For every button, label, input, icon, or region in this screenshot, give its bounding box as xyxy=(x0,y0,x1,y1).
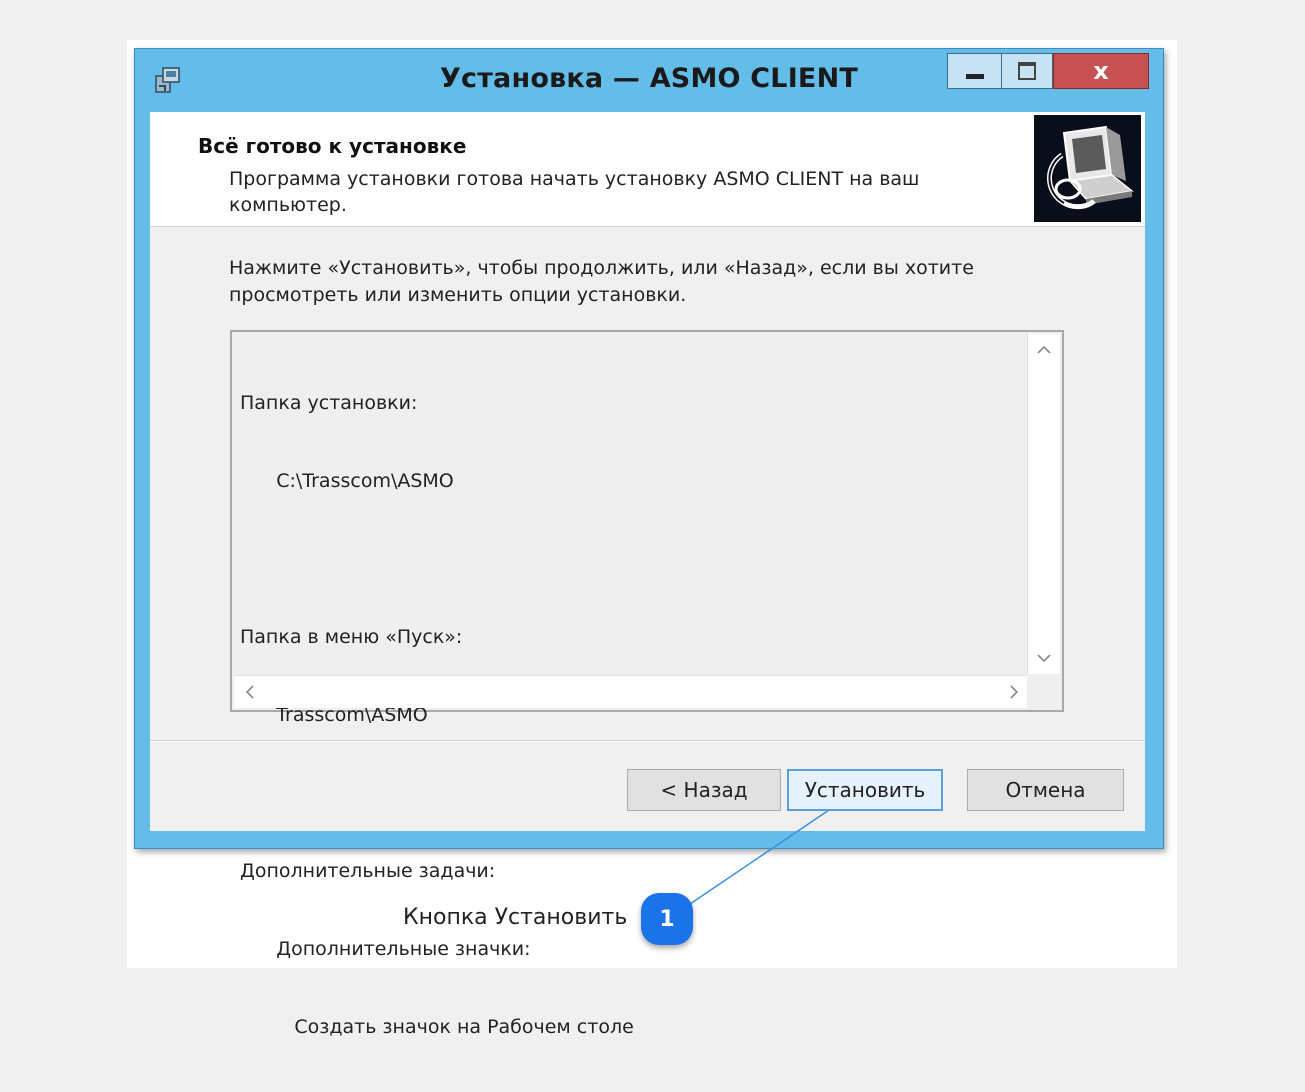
wizard-header: Всё готово к установке Программа установ… xyxy=(150,112,1145,227)
scroll-left-button[interactable] xyxy=(234,676,266,708)
chevron-up-icon xyxy=(1037,345,1051,354)
maximize-icon xyxy=(1018,62,1036,80)
installer-window: Установка — ASMO CLIENT x Всё готово к у… xyxy=(134,48,1164,1038)
close-icon: x xyxy=(1093,57,1109,85)
minimize-icon xyxy=(965,73,984,79)
memo-line: Создать значок на Рабочем столе xyxy=(240,1016,634,1038)
callout-label: Кнопка Установить xyxy=(403,905,628,930)
memo-line: Папка установки: xyxy=(240,392,418,414)
wizard-client-area: Всё готово к установке Программа установ… xyxy=(150,112,1145,1038)
maximize-button[interactable] xyxy=(1001,53,1053,89)
close-button[interactable]: x xyxy=(1053,53,1149,89)
back-button[interactable]: < Назад xyxy=(627,769,781,811)
minimize-button[interactable] xyxy=(947,53,1001,89)
scroll-down-button[interactable] xyxy=(1028,642,1060,674)
memo-line: Дополнительные значки: xyxy=(240,938,531,960)
instruction-text: Нажмите «Установить», чтобы продолжить, … xyxy=(229,257,974,306)
computer-setup-icon xyxy=(1034,115,1141,222)
vertical-scrollbar[interactable] xyxy=(1027,334,1060,674)
page-subtitle: Программа установки готова начать устано… xyxy=(229,168,920,216)
horizontal-scrollbar[interactable] xyxy=(234,675,1030,708)
scroll-up-button[interactable] xyxy=(1028,334,1060,366)
chevron-left-icon xyxy=(245,685,254,699)
cancel-button[interactable]: Отмена xyxy=(967,769,1124,811)
title-bar[interactable]: Установка — ASMO CLIENT x xyxy=(135,49,1163,112)
chevron-right-icon xyxy=(1010,685,1019,699)
memo-line: Папка в меню «Пуск»: xyxy=(240,626,463,648)
memo-content: Папка установки: C:\Trasscom\ASMO ​ Папк… xyxy=(240,338,1020,1092)
page-title: Всё готово к установке xyxy=(198,134,467,158)
ready-memo-box[interactable]: Папка установки: C:\Trasscom\ASMO ​ Папк… xyxy=(230,330,1064,1038)
install-button[interactable]: Установить xyxy=(787,769,943,811)
callout-badge: 1 xyxy=(641,893,693,945)
memo-line: Дополнительные задачи: xyxy=(240,860,496,882)
memo-line: C:\Trasscom\ASMO xyxy=(240,470,454,492)
chevron-down-icon xyxy=(1037,654,1051,663)
scrollbar-corner xyxy=(1027,675,1060,708)
footer-divider xyxy=(150,740,1145,742)
memo-line: ​ xyxy=(240,546,1020,572)
scroll-right-button[interactable] xyxy=(998,676,1030,708)
